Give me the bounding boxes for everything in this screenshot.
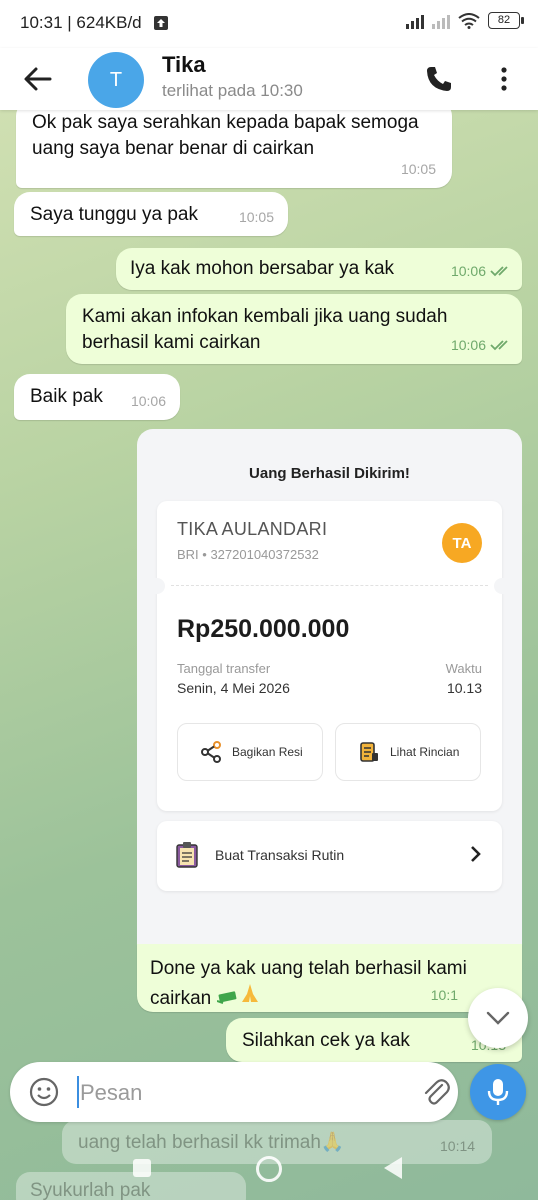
clipboard-icon [176, 842, 198, 868]
document-icon [360, 742, 378, 762]
message-input[interactable] [78, 1074, 402, 1112]
phone-call-icon[interactable] [424, 64, 454, 94]
message-text: Baik pak [30, 386, 103, 407]
message-time: 10:06 [451, 332, 512, 358]
message-incoming[interactable]: Baik pak 10:06 [14, 374, 180, 420]
recents-button[interactable] [133, 1159, 151, 1177]
upload-icon [154, 16, 168, 30]
home-button[interactable] [256, 1156, 282, 1182]
message-text: Iya kak mohon bersabar ya kak [130, 258, 395, 279]
routine-transaction-row: Buat Transaksi Rutin [157, 821, 502, 891]
message-outgoing[interactable]: Kami akan infokan kembali jika uang suda… [66, 294, 522, 364]
receipt-card: TIKA AULANDARI BRI • 327201040372532 TA … [149, 501, 510, 811]
voice-record-button[interactable] [470, 1064, 526, 1120]
message-time: 10:1 [430, 987, 458, 1003]
pray-emoji-icon [241, 984, 258, 1002]
message-time: 10:06 [130, 393, 166, 409]
recipient-initials-badge: TA [442, 523, 482, 563]
message-text: Saya tunggu ya pak [30, 204, 198, 225]
emoji-icon[interactable] [28, 1076, 60, 1108]
recipient-name: TIKA AULANDARI [177, 519, 328, 539]
signal-icon [406, 13, 424, 29]
signal-2-icon [432, 13, 450, 29]
message-text: Silahkan cek ya kak [242, 1030, 410, 1051]
double-check-icon [490, 266, 508, 277]
message-time: 10:06 [451, 258, 512, 284]
message-time: 10:05 [238, 209, 274, 225]
message-text: Done ya kak uang telah berhasil kami cai… [150, 958, 467, 1009]
message-incoming[interactable]: Ok pak saya serahkan kepada bapak semoga… [16, 100, 452, 188]
share-receipt-button: Bagikan Resi [177, 723, 323, 781]
time-value: 10.13 [446, 680, 482, 696]
share-receipt-label: Bagikan Resi [232, 745, 303, 759]
receipt-title: Uang Berhasil Dikirim! [249, 465, 410, 482]
transfer-amount: Rp250.000.000 [177, 615, 350, 643]
system-navigation-bar [0, 1140, 538, 1200]
ticket-notch [149, 578, 165, 594]
recipient-account: BRI • 327201040372532 [177, 547, 319, 562]
ticket-notch [494, 578, 510, 594]
message-outgoing[interactable]: Iya kak mohon bersabar ya kak 10:06 [116, 248, 522, 290]
system-back-button[interactable] [384, 1157, 402, 1179]
message-outgoing[interactable]: Done ya kak uang telah berhasil kami cai… [137, 944, 522, 1012]
share-icon [201, 741, 221, 763]
transfer-receipt-image[interactable]: Uang Berhasil Dikirim! TIKA AULANDARI BR… [137, 429, 522, 944]
chat-title[interactable]: Tika [162, 52, 206, 78]
chat-screen: 10:31 | 624KB/d 82 T Tika terlihat pada … [0, 0, 538, 1200]
status-time: 10:31 | 624KB/d [20, 13, 142, 32]
attach-icon[interactable] [420, 1076, 452, 1108]
wifi-icon [458, 12, 480, 29]
avatar[interactable]: T [88, 52, 144, 108]
money-emoji-icon [216, 991, 236, 1004]
back-arrow-icon[interactable] [22, 64, 54, 94]
message-time: 10:05 [400, 161, 436, 177]
message-composer [10, 1062, 458, 1122]
microphone-icon [487, 1079, 509, 1105]
last-seen-text: terlihat pada 10:30 [162, 81, 303, 100]
message-incoming[interactable]: Saya tunggu ya pak 10:05 [14, 192, 288, 236]
scroll-to-bottom-button[interactable] [468, 988, 528, 1048]
chevron-right-icon [471, 846, 481, 862]
date-label: Tanggal transfer [177, 661, 271, 676]
dashed-divider [171, 585, 488, 586]
view-details-label: Lihat Rincian [390, 745, 460, 759]
message-text: Ok pak saya serahkan kepada bapak semoga… [32, 112, 419, 159]
battery-icon: 82 [488, 12, 524, 29]
double-check-icon [490, 340, 508, 351]
chat-header: T Tika terlihat pada 10:30 [0, 48, 538, 110]
status-bar: 10:31 | 624KB/d 82 [0, 0, 538, 48]
status-icons: 82 [406, 12, 524, 29]
message-text: Kami akan infokan kembali jika uang suda… [82, 306, 448, 353]
routine-transaction-label: Buat Transaksi Rutin [215, 847, 345, 863]
date-value: Senin, 4 Mei 2026 [177, 680, 290, 696]
chevron-down-icon [486, 1011, 510, 1025]
time-label: Waktu [445, 661, 482, 676]
more-options-icon[interactable] [494, 64, 514, 94]
view-details-button: Lihat Rincian [335, 723, 481, 781]
